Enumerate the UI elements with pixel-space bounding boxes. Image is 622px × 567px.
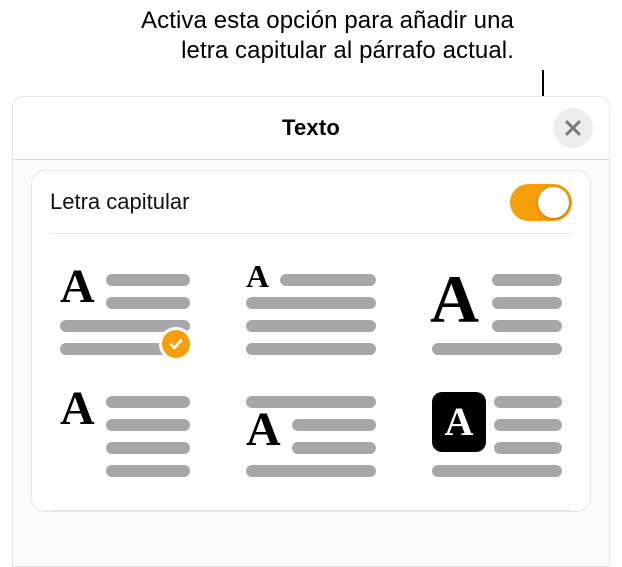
- paragraph-lines-icon: [432, 390, 562, 480]
- selected-checkmark-icon: [159, 327, 193, 361]
- dropcap-setting-card: Letra capitular A: [31, 170, 591, 512]
- dropcap-toggle-label: Letra capitular: [50, 189, 189, 215]
- panel-header: Texto: [13, 97, 609, 160]
- callout-line-1: Activa esta opción para añadir una: [141, 6, 514, 36]
- dropcap-option-two-line-centered[interactable]: A: [246, 390, 376, 480]
- callout-line-2: letra capitular al párrafo actual.: [141, 36, 514, 66]
- switch-knob: [538, 187, 569, 218]
- paragraph-lines-icon: [246, 268, 376, 358]
- callout-text: Activa esta opción para añadir una letra…: [141, 6, 514, 66]
- dropcap-style-grid: A A: [50, 234, 572, 511]
- panel-body: Letra capitular A: [13, 160, 609, 567]
- dropcap-option-two-line-dropped[interactable]: A: [246, 268, 376, 358]
- dropcap-toggle[interactable]: [510, 184, 572, 221]
- close-icon: [564, 119, 582, 137]
- dropcap-option-two-line-raised[interactable]: A: [60, 268, 190, 358]
- dropcap-option-three-line-boxed[interactable]: A: [432, 390, 562, 480]
- panel-title: Texto: [282, 115, 340, 141]
- dropcap-option-three-line-large[interactable]: A: [432, 268, 562, 358]
- paragraph-lines-icon: [60, 390, 190, 480]
- dropcap-option-two-line-margin[interactable]: A: [60, 390, 190, 480]
- paragraph-lines-icon: [432, 268, 562, 358]
- dropcap-toggle-row: Letra capitular: [50, 171, 572, 234]
- paragraph-lines-icon: [246, 390, 376, 480]
- close-button[interactable]: [553, 108, 593, 148]
- text-format-panel: Texto Letra capitular A: [12, 96, 610, 567]
